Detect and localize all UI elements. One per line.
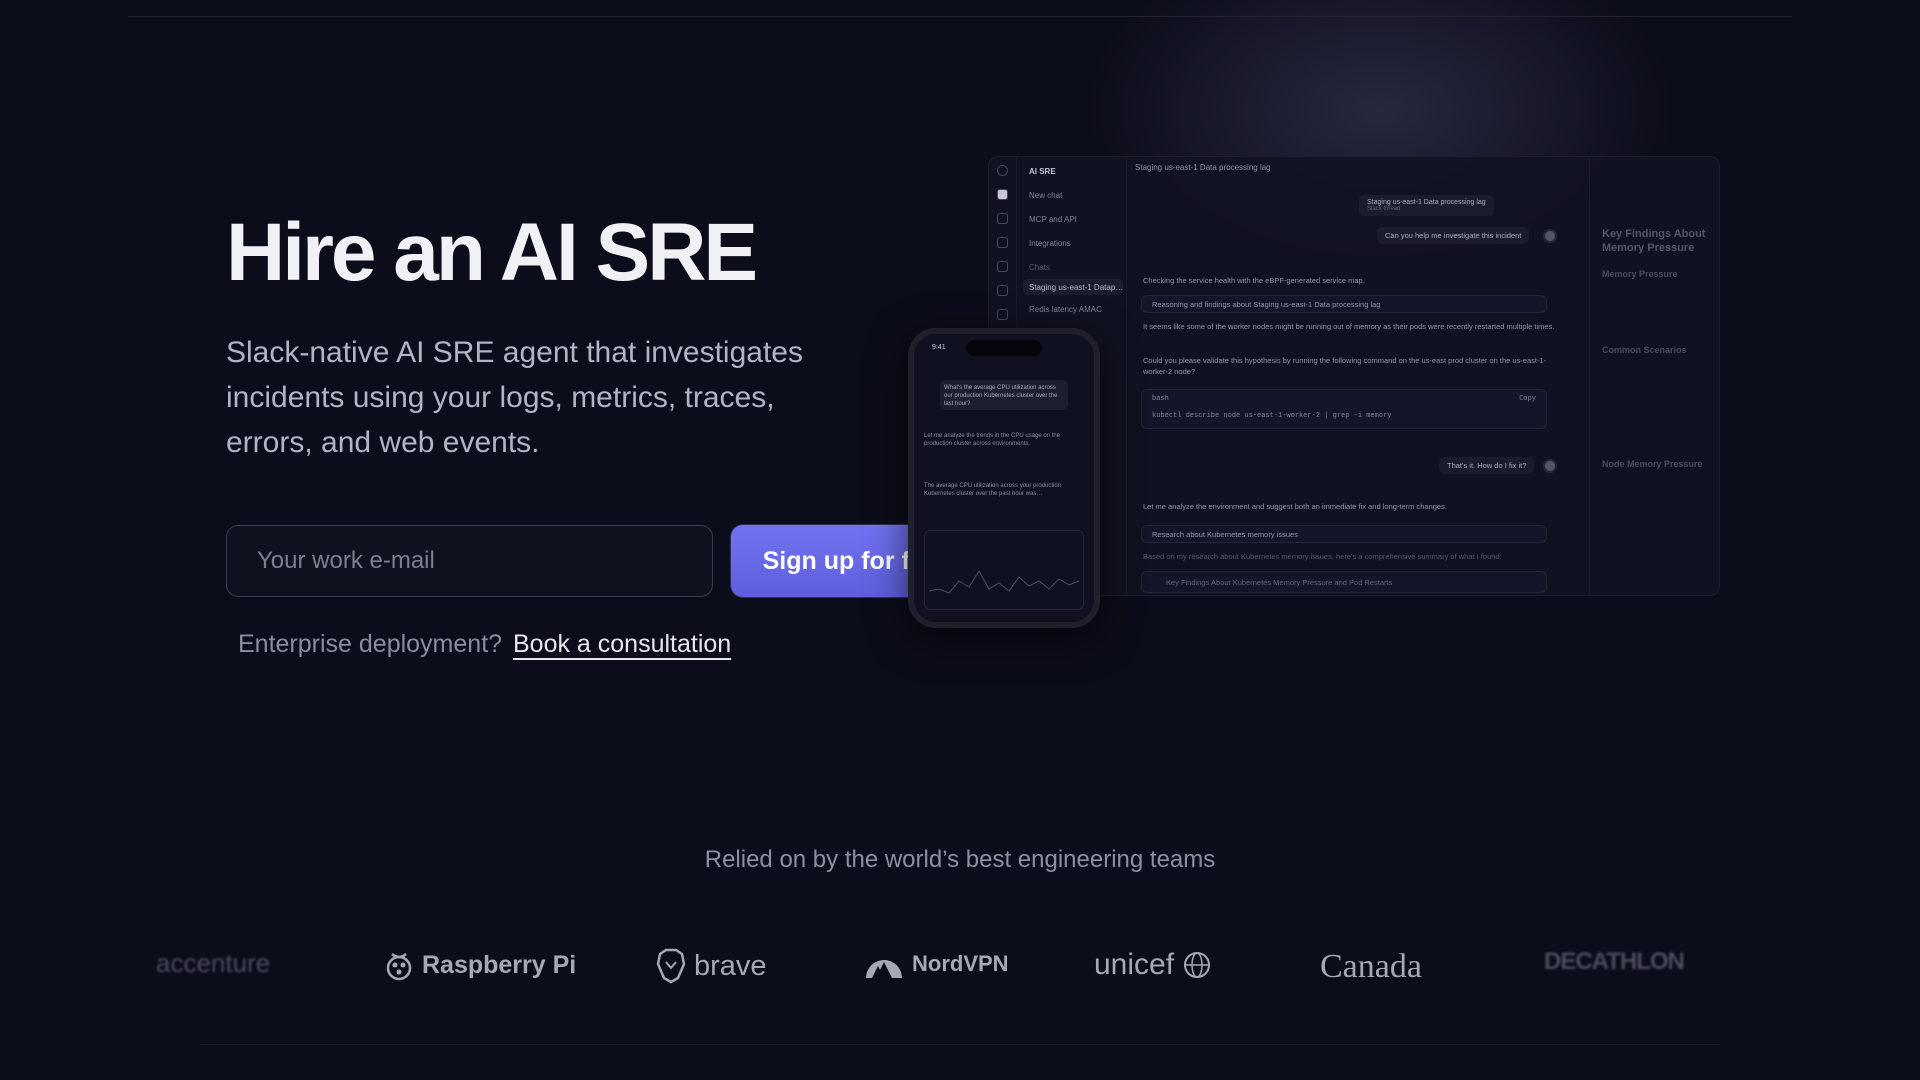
mock-agent-text: Let me analyze the environment and sugge… xyxy=(1143,502,1447,511)
list-icon xyxy=(997,309,1008,320)
mock-sidebar-integrations: Integrations xyxy=(1029,239,1071,248)
mock-incident-title: Staging us-east-1 Data processing lag xyxy=(1367,199,1486,206)
mock-findings-card: Key Findings About Kubernetes Memory Pre… xyxy=(1141,571,1547,593)
enterprise-text: Enterprise deployment? xyxy=(238,630,503,658)
plus-icon xyxy=(997,213,1008,224)
unicef-globe-icon xyxy=(1184,952,1211,978)
mock-findings-panel: Key Findings About Memory Pressure Memor… xyxy=(1589,157,1719,595)
book-consultation-link[interactable]: Book a consultation xyxy=(513,630,731,658)
mock-chat-item: Staging us-east-1 Datap… xyxy=(1029,283,1124,292)
logos-heading: Relied on by the world’s best engineerin… xyxy=(704,846,1216,873)
enterprise-line: Enterprise deployment? Book a consultati… xyxy=(238,630,731,659)
mock-search-line: Research about Kubernetes memory issues xyxy=(1152,530,1298,539)
nordvpn-logo: NordVPN xyxy=(864,948,1009,980)
phone-question: What's the average CPU utilization acros… xyxy=(940,380,1068,410)
brave-logo: brave xyxy=(656,948,767,984)
phone-chart-line xyxy=(928,570,1080,594)
logo-name: unicef xyxy=(1094,948,1175,981)
phone-summary: The average CPU utilization across your … xyxy=(924,483,1062,497)
mock-logo-icon xyxy=(997,165,1008,176)
brave-lion-icon xyxy=(656,948,686,984)
mock-panel-section: Node Memory Pressure xyxy=(1602,459,1703,469)
mock-header: Staging us-east-1 Data processing lag xyxy=(1135,163,1271,172)
mock-chat-item: Redis latency AMAC xyxy=(1029,305,1102,314)
decathlon-logo: DECATHLON xyxy=(1544,948,1685,976)
mock-panel-section: Memory Pressure xyxy=(1602,269,1678,279)
logo-name: Canada xyxy=(1320,948,1422,985)
phone-chart xyxy=(924,530,1084,610)
phone-notch xyxy=(966,340,1042,356)
accenture-logo: accenture xyxy=(156,948,270,979)
mock-panel-section: Common Scenarios xyxy=(1602,345,1687,355)
hero-subtitle: Slack-native AI SRE agent that investiga… xyxy=(226,336,803,459)
bottom-divider xyxy=(200,1044,1720,1045)
mock-chats-label: Chats xyxy=(1029,263,1050,272)
mock-agent-text: Could you please validate this hypothesi… xyxy=(1143,356,1547,376)
canada-logo: Canada xyxy=(1320,948,1422,986)
chat-icon xyxy=(997,189,1008,200)
mock-user-message: That's it. How do I fix it? xyxy=(1439,457,1535,474)
email-field[interactable] xyxy=(226,525,713,597)
unicef-logo: unicef xyxy=(1094,948,1212,982)
mock-chat-area: Staging us-east-1 Data processing lag St… xyxy=(1127,157,1589,595)
avatar xyxy=(1543,229,1557,243)
mock-agent-text: It seems like some of the worker nodes m… xyxy=(1143,322,1555,331)
hero-title: Hire an AI SRE xyxy=(226,207,758,298)
mock-panel-heading: Key Findings About Memory Pressure xyxy=(1602,228,1706,254)
mock-agent-text: Based on my research about Kubernetes me… xyxy=(1143,552,1502,561)
mock-sidebar-new-chat: New chat xyxy=(1029,191,1063,200)
raspberry-pi-logo: Raspberry Pi xyxy=(384,948,576,982)
mock-agent-text: Checking the service health with the eBP… xyxy=(1143,276,1365,285)
mock-sidebar-mcp: MCP and API xyxy=(1029,215,1077,224)
phone-time: 9:41 xyxy=(932,344,946,351)
mock-code-line: kubectl describe node us-east-1-worker-2… xyxy=(1152,412,1392,420)
settings-icon xyxy=(997,285,1008,296)
mock-search-box: Research about Kubernetes memory issues xyxy=(1141,525,1547,543)
mock-incident-card: Staging us-east-1 Data processing lag Sl… xyxy=(1359,195,1494,216)
document-icon xyxy=(997,261,1008,272)
raspberry-icon xyxy=(386,953,412,981)
top-divider xyxy=(128,16,1792,17)
mock-app-name: AI SRE xyxy=(1029,167,1056,176)
logo-name: DECATHLON xyxy=(1544,948,1685,975)
mock-user-message: Can you help me investigate this inciden… xyxy=(1377,227,1530,244)
mock-search-line: Reasoning and findings about Staging us-… xyxy=(1152,300,1381,309)
logo-name: brave xyxy=(694,949,767,982)
mock-findings-line: Key Findings About Kubernetes Memory Pre… xyxy=(1166,578,1393,587)
mock-search-box: Reasoning and findings about Staging us-… xyxy=(1141,295,1547,313)
phone-answer: Let me analyze the trends in the CPU usa… xyxy=(924,433,1061,447)
landing-page: Hire an AI SRE Slack-native AI SRE agent… xyxy=(0,0,1920,1080)
avatar xyxy=(1543,459,1557,473)
logo-name: accenture xyxy=(156,948,271,978)
mock-code-lang: bash xyxy=(1152,395,1169,403)
product-screenshot-phone: 9:41 What's the average CPU utilization … xyxy=(908,328,1100,628)
mock-code-block: bash Copy kubectl describe node us-east-… xyxy=(1141,389,1547,429)
mock-copy-button: Copy xyxy=(1519,395,1536,403)
mock-incident-status: Slack thread xyxy=(1367,206,1401,212)
grid-icon xyxy=(997,237,1008,248)
logo-name: NordVPN xyxy=(912,951,1009,976)
logo-name: Raspberry Pi xyxy=(422,950,577,979)
nord-mountain-icon xyxy=(866,960,902,978)
